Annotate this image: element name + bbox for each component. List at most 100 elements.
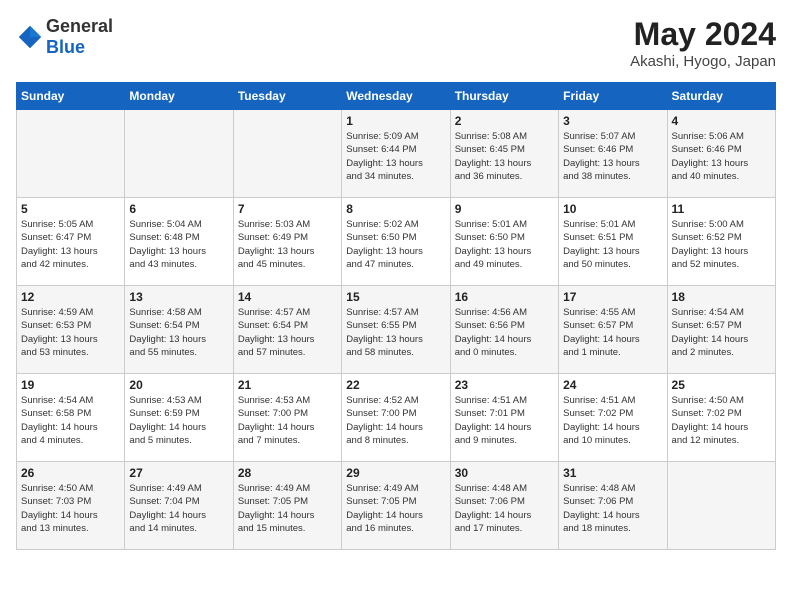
day-number: 13 [129, 290, 228, 304]
calendar-day-cell: 2 Sunrise: 5:08 AM Sunset: 6:45 PM Daylig… [450, 110, 558, 198]
calendar-day-cell: 13 Sunrise: 4:58 AM Sunset: 6:54 PM Dayli… [125, 286, 233, 374]
calendar-day-cell: 20Sunrise: 4:53 AM Sunset: 6:59 PM Dayli… [125, 374, 233, 462]
day-info: Sunrise: 5:01 AM Sunset: 6:50 PM Dayligh… [455, 218, 554, 271]
logo-general: General [46, 16, 113, 36]
day-number: 24 [563, 378, 662, 392]
title-block: May 2024 Akashi, Hyogo, Japan [630, 16, 776, 70]
day-number: 21 [238, 378, 337, 392]
calendar-body: 1 Sunrise: 5:09 AM Sunset: 6:44 PM Daylig… [17, 110, 776, 550]
logo: General Blue [16, 16, 113, 58]
calendar-day-cell: 14 Sunrise: 4:57 AM Sunset: 6:54 PM Dayli… [233, 286, 341, 374]
day-number: 17 [563, 290, 662, 304]
day-number: 19 [21, 378, 120, 392]
calendar-week-row: 19 Sunrise: 4:54 AM Sunset: 6:58 PM Dayli… [17, 374, 776, 462]
calendar-day-cell: 10Sunrise: 5:01 AM Sunset: 6:51 PM Dayli… [559, 198, 667, 286]
day-info: Sunrise: 5:07 AM Sunset: 6:46 PM Dayligh… [563, 130, 662, 183]
day-number: 28 [238, 466, 337, 480]
calendar-day-cell: 25 Sunrise: 4:50 AM Sunset: 7:02 PM Dayli… [667, 374, 775, 462]
day-number: 5 [21, 202, 120, 216]
day-info: Sunrise: 4:48 AM Sunset: 7:06 PM Dayligh… [455, 482, 554, 535]
calendar-day-cell: 12Sunrise: 4:59 AM Sunset: 6:53 PM Dayli… [17, 286, 125, 374]
weekday-header-friday: Friday [559, 83, 667, 110]
day-number: 22 [346, 378, 445, 392]
day-number: 12 [21, 290, 120, 304]
day-info: Sunrise: 4:58 AM Sunset: 6:54 PM Dayligh… [129, 306, 228, 359]
day-number: 9 [455, 202, 554, 216]
day-number: 27 [129, 466, 228, 480]
day-info: Sunrise: 5:02 AM Sunset: 6:50 PM Dayligh… [346, 218, 445, 271]
day-number: 3 [563, 114, 662, 128]
day-number: 25 [672, 378, 771, 392]
calendar-day-cell: 24 Sunrise: 4:51 AM Sunset: 7:02 PM Dayli… [559, 374, 667, 462]
day-info: Sunrise: 4:51 AM Sunset: 7:02 PM Dayligh… [563, 394, 662, 447]
day-number: 29 [346, 466, 445, 480]
weekday-header-sunday: Sunday [17, 83, 125, 110]
day-info: Sunrise: 4:57 AM Sunset: 6:54 PM Dayligh… [238, 306, 337, 359]
day-info: Sunrise: 5:09 AM Sunset: 6:44 PM Dayligh… [346, 130, 445, 183]
day-info: Sunrise: 4:54 AM Sunset: 6:57 PM Dayligh… [672, 306, 771, 359]
calendar-day-cell: 22 Sunrise: 4:52 AM Sunset: 7:00 PM Dayli… [342, 374, 450, 462]
weekday-header-wednesday: Wednesday [342, 83, 450, 110]
calendar-day-cell: 5 Sunrise: 5:05 AM Sunset: 6:47 PM Daylig… [17, 198, 125, 286]
calendar-day-cell: 15 Sunrise: 4:57 AM Sunset: 6:55 PM Dayli… [342, 286, 450, 374]
calendar-day-cell: 23Sunrise: 4:51 AM Sunset: 7:01 PM Dayli… [450, 374, 558, 462]
calendar-day-cell: 21 Sunrise: 4:53 AM Sunset: 7:00 PM Dayli… [233, 374, 341, 462]
calendar-day-cell: 8 Sunrise: 5:02 AM Sunset: 6:50 PM Daylig… [342, 198, 450, 286]
day-info: Sunrise: 4:52 AM Sunset: 7:00 PM Dayligh… [346, 394, 445, 447]
calendar-day-cell: 19 Sunrise: 4:54 AM Sunset: 6:58 PM Dayli… [17, 374, 125, 462]
day-number: 4 [672, 114, 771, 128]
day-info: Sunrise: 4:49 AM Sunset: 7:05 PM Dayligh… [346, 482, 445, 535]
day-number: 1 [346, 114, 445, 128]
day-info: Sunrise: 5:05 AM Sunset: 6:47 PM Dayligh… [21, 218, 120, 271]
day-info: Sunrise: 4:56 AM Sunset: 6:56 PM Dayligh… [455, 306, 554, 359]
day-number: 18 [672, 290, 771, 304]
day-number: 30 [455, 466, 554, 480]
weekday-header-row: SundayMondayTuesdayWednesdayThursdayFrid… [17, 83, 776, 110]
day-number: 14 [238, 290, 337, 304]
day-info: Sunrise: 4:50 AM Sunset: 7:03 PM Dayligh… [21, 482, 120, 535]
day-info: Sunrise: 5:00 AM Sunset: 6:52 PM Dayligh… [672, 218, 771, 271]
day-number: 6 [129, 202, 228, 216]
calendar-week-row: 12Sunrise: 4:59 AM Sunset: 6:53 PM Dayli… [17, 286, 776, 374]
day-info: Sunrise: 5:06 AM Sunset: 6:46 PM Dayligh… [672, 130, 771, 183]
calendar-week-row: 5 Sunrise: 5:05 AM Sunset: 6:47 PM Daylig… [17, 198, 776, 286]
day-number: 2 [455, 114, 554, 128]
calendar-day-cell: 26 Sunrise: 4:50 AM Sunset: 7:03 PM Dayli… [17, 462, 125, 550]
calendar-day-cell: 6 Sunrise: 5:04 AM Sunset: 6:48 PM Daylig… [125, 198, 233, 286]
day-number: 23 [455, 378, 554, 392]
day-number: 11 [672, 202, 771, 216]
calendar-day-cell: 18 Sunrise: 4:54 AM Sunset: 6:57 PM Dayli… [667, 286, 775, 374]
calendar-day-cell [667, 462, 775, 550]
calendar-day-cell: 3 Sunrise: 5:07 AM Sunset: 6:46 PM Daylig… [559, 110, 667, 198]
weekday-header-tuesday: Tuesday [233, 83, 341, 110]
day-number: 26 [21, 466, 120, 480]
day-info: Sunrise: 5:03 AM Sunset: 6:49 PM Dayligh… [238, 218, 337, 271]
day-info: Sunrise: 4:53 AM Sunset: 7:00 PM Dayligh… [238, 394, 337, 447]
calendar-week-row: 26 Sunrise: 4:50 AM Sunset: 7:03 PM Dayli… [17, 462, 776, 550]
calendar-day-cell: 28Sunrise: 4:49 AM Sunset: 7:05 PM Dayli… [233, 462, 341, 550]
calendar-day-cell: 4 Sunrise: 5:06 AM Sunset: 6:46 PM Daylig… [667, 110, 775, 198]
calendar-day-cell [233, 110, 341, 198]
day-info: Sunrise: 4:54 AM Sunset: 6:58 PM Dayligh… [21, 394, 120, 447]
day-info: Sunrise: 5:08 AM Sunset: 6:45 PM Dayligh… [455, 130, 554, 183]
day-number: 15 [346, 290, 445, 304]
calendar-day-cell: 1 Sunrise: 5:09 AM Sunset: 6:44 PM Daylig… [342, 110, 450, 198]
weekday-header-saturday: Saturday [667, 83, 775, 110]
day-info: Sunrise: 5:04 AM Sunset: 6:48 PM Dayligh… [129, 218, 228, 271]
calendar-table: SundayMondayTuesdayWednesdayThursdayFrid… [16, 82, 776, 550]
calendar-day-cell: 7 Sunrise: 5:03 AM Sunset: 6:49 PM Daylig… [233, 198, 341, 286]
day-number: 7 [238, 202, 337, 216]
month-title: May 2024 [630, 16, 776, 53]
calendar-week-row: 1 Sunrise: 5:09 AM Sunset: 6:44 PM Daylig… [17, 110, 776, 198]
day-info: Sunrise: 4:49 AM Sunset: 7:04 PM Dayligh… [129, 482, 228, 535]
location-title: Akashi, Hyogo, Japan [630, 53, 776, 70]
calendar-day-cell: 11 Sunrise: 5:00 AM Sunset: 6:52 PM Dayli… [667, 198, 775, 286]
calendar-day-cell [125, 110, 233, 198]
day-info: Sunrise: 4:57 AM Sunset: 6:55 PM Dayligh… [346, 306, 445, 359]
day-info: Sunrise: 4:48 AM Sunset: 7:06 PM Dayligh… [563, 482, 662, 535]
day-info: Sunrise: 4:50 AM Sunset: 7:02 PM Dayligh… [672, 394, 771, 447]
logo-blue: Blue [46, 37, 85, 57]
calendar-day-cell: 27 Sunrise: 4:49 AM Sunset: 7:04 PM Dayli… [125, 462, 233, 550]
day-number: 10 [563, 202, 662, 216]
day-number: 8 [346, 202, 445, 216]
